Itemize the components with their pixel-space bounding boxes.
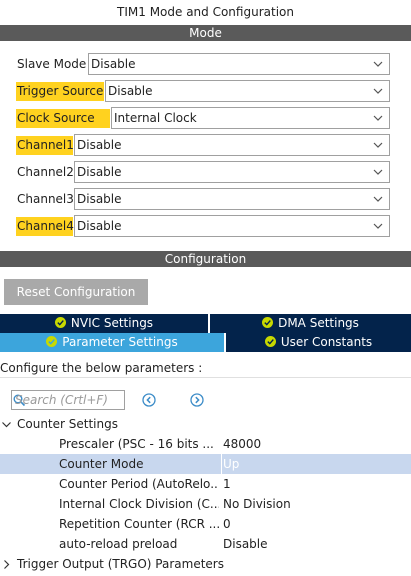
channel1-value: Disable [77, 138, 122, 152]
param-row-repetition-counter[interactable]: Repetition Counter (RCR ... 0 [0, 514, 411, 534]
channel4-label: Channel4 [16, 217, 74, 236]
channel4-value: Disable [77, 219, 122, 233]
mode-row-trigger-source: Trigger Source Disable [0, 78, 411, 103]
tab-user-constants[interactable]: User Constants [226, 333, 411, 352]
mode-row-channel3: Channel3 Disable [0, 186, 411, 211]
tab-dma-settings-label: DMA Settings [278, 316, 359, 330]
trigger-source-label: Trigger Source [16, 82, 104, 101]
param-row-auto-reload-preload[interactable]: auto-reload preload Disable [0, 534, 411, 554]
channel3-value: Disable [77, 192, 122, 206]
channel4-select[interactable]: Disable [74, 215, 390, 237]
chevron-down-icon [373, 142, 383, 148]
tab-dma-settings[interactable]: DMA Settings [210, 314, 411, 333]
counter-settings-label: Counter Settings [17, 417, 118, 431]
mode-row-channel1: Channel1 Disable [0, 132, 411, 157]
channel1-select[interactable]: Disable [74, 134, 390, 156]
chevron-down-icon [373, 196, 383, 202]
trigger-output-label: Trigger Output (TRGO) Parameters [17, 557, 224, 571]
tab-nvic-settings[interactable]: NVIC Settings [0, 314, 208, 333]
param-value[interactable]: 0 [223, 514, 231, 534]
param-row-counter-period[interactable]: Counter Period (AutoRelo... 1 [0, 474, 411, 494]
chevron-down-icon [373, 88, 383, 94]
clock-source-label: Clock Source [16, 109, 110, 128]
slave-mode-label: Slave Mode [17, 57, 87, 71]
trigger-source-select[interactable]: Disable [105, 80, 390, 102]
param-value[interactable]: Disable [223, 534, 268, 554]
chevron-right-icon [4, 560, 10, 569]
mode-row-clock-source: Clock Source Internal Clock [0, 105, 411, 130]
mode-section-header: Mode [0, 25, 411, 41]
next-result-icon[interactable] [190, 393, 204, 407]
clock-source-value: Internal Clock [114, 111, 197, 125]
param-name: auto-reload preload [59, 537, 178, 551]
mode-row-channel4: Channel4 Disable [0, 213, 411, 238]
slave-mode-value: Disable [91, 57, 136, 71]
param-value[interactable]: Up [223, 454, 239, 474]
column-divider [221, 454, 222, 474]
chevron-down-icon [373, 223, 383, 229]
check-circle-icon [46, 336, 58, 347]
tab-nvic-settings-label: NVIC Settings [70, 316, 154, 330]
param-name: Repetition Counter (RCR ... [59, 517, 219, 531]
channel3-select[interactable]: Disable [74, 188, 390, 210]
param-name: Counter Mode [59, 457, 144, 471]
param-name: Prescaler (PSC - 16 bits ... [59, 437, 214, 451]
tree-group-trigger-output[interactable]: Trigger Output (TRGO) Parameters [0, 554, 411, 574]
reset-configuration-button[interactable]: Reset Configuration [4, 279, 148, 305]
check-circle-icon [264, 336, 276, 347]
param-row-internal-clock-division[interactable]: Internal Clock Division (C... No Divisio… [0, 494, 411, 514]
mode-row-channel2: Channel2 Disable [0, 159, 411, 184]
panel-title: TIM1 Mode and Configuration [117, 5, 294, 19]
search-placeholder: Search (Crtl+F) [15, 393, 108, 407]
channel1-label: Channel1 [16, 136, 74, 155]
param-name: Counter Period (AutoRelo... [59, 477, 219, 491]
channel2-select[interactable]: Disable [74, 161, 390, 183]
search-input[interactable]: Search (Crtl+F) [11, 390, 125, 410]
check-circle-icon [262, 317, 274, 328]
param-value[interactable]: 48000 [223, 434, 261, 454]
channel2-label: Channel2 [17, 165, 74, 179]
mode-row-slave-mode: Slave Mode Disable [0, 51, 411, 76]
param-row-prescaler[interactable]: Prescaler (PSC - 16 bits ... 48000 [0, 434, 411, 454]
tab-parameter-settings[interactable]: Parameter Settings [0, 333, 224, 352]
configure-description: Configure the below parameters : [0, 358, 411, 378]
chevron-down-icon [373, 61, 383, 67]
param-name: Internal Clock Division (C... [59, 497, 219, 511]
channel2-value: Disable [77, 165, 122, 179]
tree-group-counter-settings[interactable]: Counter Settings [0, 414, 411, 434]
param-value[interactable]: No Division [223, 494, 291, 514]
chevron-down-icon [373, 169, 383, 175]
trigger-source-value: Disable [108, 84, 153, 98]
tab-user-constants-label: User Constants [280, 335, 373, 349]
clock-source-select[interactable]: Internal Clock [111, 107, 390, 129]
param-value[interactable]: 1 [223, 474, 231, 494]
chevron-down-icon [373, 115, 383, 121]
tab-parameter-settings-label: Parameter Settings [62, 335, 178, 349]
configuration-section-header: Configuration [0, 251, 411, 267]
slave-mode-select[interactable]: Disable [88, 53, 390, 75]
check-circle-icon [54, 317, 66, 328]
param-row-counter-mode[interactable]: Counter Mode Up [0, 454, 411, 474]
channel3-label: Channel3 [17, 192, 74, 206]
previous-result-icon[interactable] [142, 393, 156, 407]
chevron-down-icon [2, 422, 11, 428]
